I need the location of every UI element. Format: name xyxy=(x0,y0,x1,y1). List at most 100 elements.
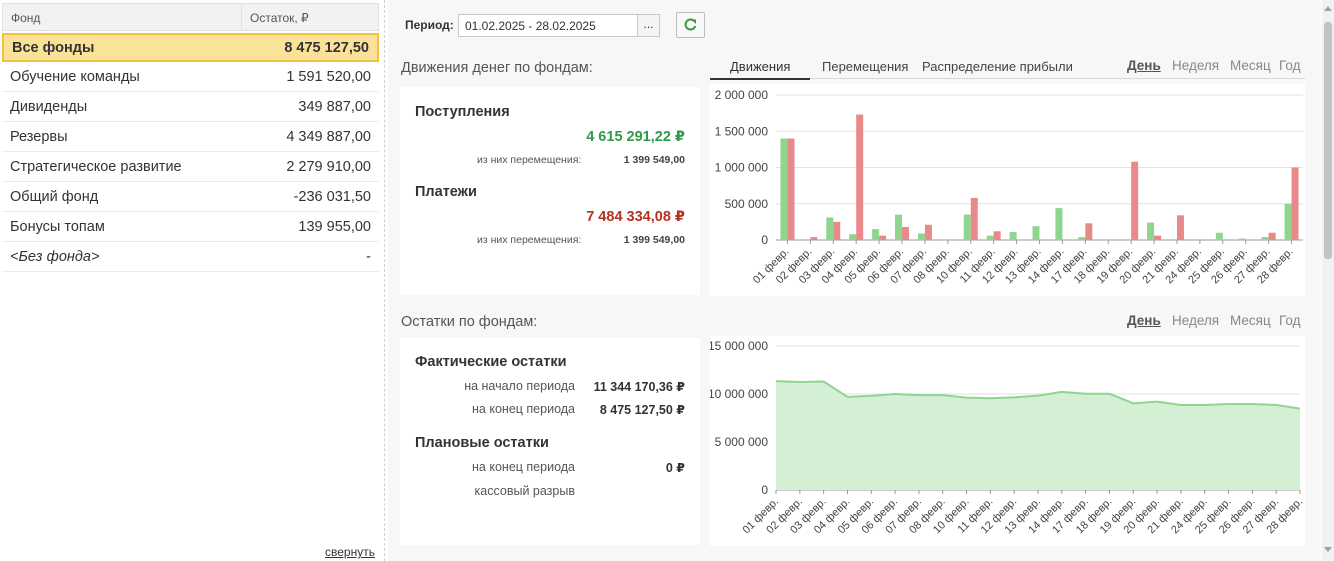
funds-table-header: Фонд Остаток, ₽ xyxy=(2,3,379,31)
splitter[interactable] xyxy=(384,0,385,561)
dashboard-panel: Период: 01.02.2025 - 28.02.2025 ... Движ… xyxy=(388,0,1321,561)
income-bar xyxy=(1284,203,1292,240)
y-tick-label: 1 500 000 xyxy=(715,124,769,138)
income-bar xyxy=(872,229,880,240)
movements-bar-chart: 0500 0001 000 0001 500 0002 000 00001 фе… xyxy=(715,88,1303,286)
income-transfers-value: 1 399 549,00 xyxy=(623,154,685,166)
fund-name: Бонусы топам xyxy=(10,218,105,235)
income-bar xyxy=(780,138,788,240)
balances-granularity-year[interactable]: Год xyxy=(1279,313,1301,328)
table-row[interactable]: Общий фонд -236 031,50 xyxy=(2,182,379,212)
fund-balance: 1 591 520,00 xyxy=(286,68,371,85)
fund-balance: 2 279 910,00 xyxy=(286,158,371,175)
balances-chart: 05 000 000 10 000 000 15 000 000 01 февр. 02… xyxy=(708,336,1305,546)
payment-bar xyxy=(787,138,795,240)
granularity-week[interactable]: Неделя xyxy=(1172,58,1219,73)
plan-end-of-period-value: 0 ₽ xyxy=(665,461,685,475)
table-row[interactable]: <Без фонда> - xyxy=(2,242,379,272)
balances-summary-card: Фактические остатки на начало периода 11… xyxy=(400,338,700,545)
payment-bar xyxy=(902,226,910,240)
fund-name: Стратегическое развитие xyxy=(10,158,182,175)
payment-bar xyxy=(856,114,864,240)
scrollbar-thumb[interactable] xyxy=(1324,22,1332,259)
income-transfers-label: из них перемещения: xyxy=(477,154,582,166)
funds-table-body: Все фонды 8 475 127,50 Обучение команды 1 … xyxy=(2,33,379,272)
income-bar xyxy=(849,234,857,240)
start-of-period-label: на начало периода xyxy=(464,379,575,393)
balances-granularity-week[interactable]: Неделя xyxy=(1172,313,1219,328)
tab-profit-distribution[interactable]: Распределение прибыли xyxy=(922,59,1073,74)
balances-area-chart: 05 000 00010 000 00015 000 00001 февр.02… xyxy=(708,339,1305,536)
income-bar xyxy=(1238,238,1246,240)
payment-bar xyxy=(1154,235,1162,240)
table-row[interactable]: Обучение команды 1 591 520,00 xyxy=(2,62,379,92)
balances-granularity-day[interactable]: День xyxy=(1127,313,1161,328)
y-tick-label: 0 xyxy=(761,233,768,247)
scroll-down-icon[interactable] xyxy=(1324,547,1332,552)
balances-granularity-month[interactable]: Месяц xyxy=(1230,313,1271,328)
payment-bar xyxy=(1131,161,1139,240)
fund-name: Резервы xyxy=(10,128,68,145)
income-label: Поступления xyxy=(415,104,510,120)
income-bar xyxy=(1215,232,1223,240)
payment-bar xyxy=(1176,215,1184,240)
payment-bar xyxy=(1085,223,1093,240)
y-tick-label: 10 000 000 xyxy=(710,387,768,401)
collapse-link[interactable]: свернуть xyxy=(325,545,375,559)
income-bar xyxy=(917,233,925,240)
income-bar xyxy=(1055,208,1063,240)
granularity-month[interactable]: Месяц xyxy=(1230,58,1271,73)
income-bar xyxy=(1032,226,1040,240)
table-row[interactable]: Все фонды 8 475 127,50 xyxy=(2,33,379,62)
period-select-button[interactable]: ... xyxy=(637,15,659,36)
income-bar xyxy=(1147,222,1155,240)
movements-chart: 0 500 000 1 000 000 1 500 000 2 000 000 01 фе… xyxy=(710,84,1305,296)
payment-bar xyxy=(1268,232,1276,240)
granularity-day[interactable]: День xyxy=(1127,58,1161,73)
payment-bar xyxy=(879,235,887,240)
vertical-scrollbar[interactable] xyxy=(1322,0,1334,561)
cash-gap-label: кассовый разрыв xyxy=(474,484,575,498)
table-row[interactable]: Резервы 4 349 887,00 xyxy=(2,122,379,152)
actual-balances-label: Фактические остатки xyxy=(415,354,567,370)
fund-name: Дивиденды xyxy=(10,98,88,115)
table-row[interactable]: Бонусы топам 139 955,00 xyxy=(2,212,379,242)
table-row[interactable]: Дивиденды 349 887,00 xyxy=(2,92,379,122)
tab-movements[interactable]: Движения xyxy=(710,59,811,80)
period-input[interactable]: 01.02.2025 - 28.02.2025 xyxy=(458,14,660,37)
payment-bar xyxy=(833,221,841,240)
movements-summary-card: Поступления 4 615 291,22 ₽ из них переме… xyxy=(400,87,700,295)
y-tick-label: 15 000 000 xyxy=(710,339,768,353)
y-tick-label: 2 000 000 xyxy=(715,88,769,102)
period-label: Период: xyxy=(405,18,454,32)
funds-panel: Фонд Остаток, ₽ Все фонды 8 475 127,50 Об… xyxy=(0,0,383,561)
payments-transfers-value: 1 399 549,00 xyxy=(623,234,685,246)
fund-balance: 139 955,00 xyxy=(298,218,371,235)
income-bar xyxy=(963,214,971,240)
balances-title: Остатки по фондам: xyxy=(401,314,538,330)
fund-balance: 8 475 127,50 xyxy=(284,39,369,56)
y-tick-label: 500 000 xyxy=(725,197,769,211)
granularity-year[interactable]: Год xyxy=(1279,58,1301,73)
income-bar xyxy=(826,217,834,240)
fund-balance: -236 031,50 xyxy=(293,188,371,205)
payment-bar xyxy=(924,224,932,240)
tab-transfers[interactable]: Перемещения xyxy=(822,59,908,74)
income-bar xyxy=(986,235,994,240)
fund-name: Обучение команды xyxy=(10,68,140,85)
planned-balances-label: Плановые остатки xyxy=(415,435,549,451)
refresh-button[interactable] xyxy=(676,12,705,38)
scroll-up-icon[interactable] xyxy=(1324,6,1332,11)
income-bar xyxy=(1261,237,1269,240)
income-value: 4 615 291,22 ₽ xyxy=(586,129,685,145)
payment-bar xyxy=(810,237,818,240)
income-bar xyxy=(895,214,903,240)
plan-end-of-period-label: на конец периода xyxy=(472,460,575,474)
table-row[interactable]: Стратегическое развитие 2 279 910,00 xyxy=(2,152,379,182)
payment-bar xyxy=(993,231,1001,240)
start-of-period-value: 11 344 170,36 ₽ xyxy=(593,380,685,394)
column-header-fund[interactable]: Фонд xyxy=(3,4,242,30)
fund-balance: 349 887,00 xyxy=(298,98,371,115)
column-header-balance[interactable]: Остаток, ₽ xyxy=(242,4,378,30)
y-tick-label: 5 000 000 xyxy=(715,435,769,449)
